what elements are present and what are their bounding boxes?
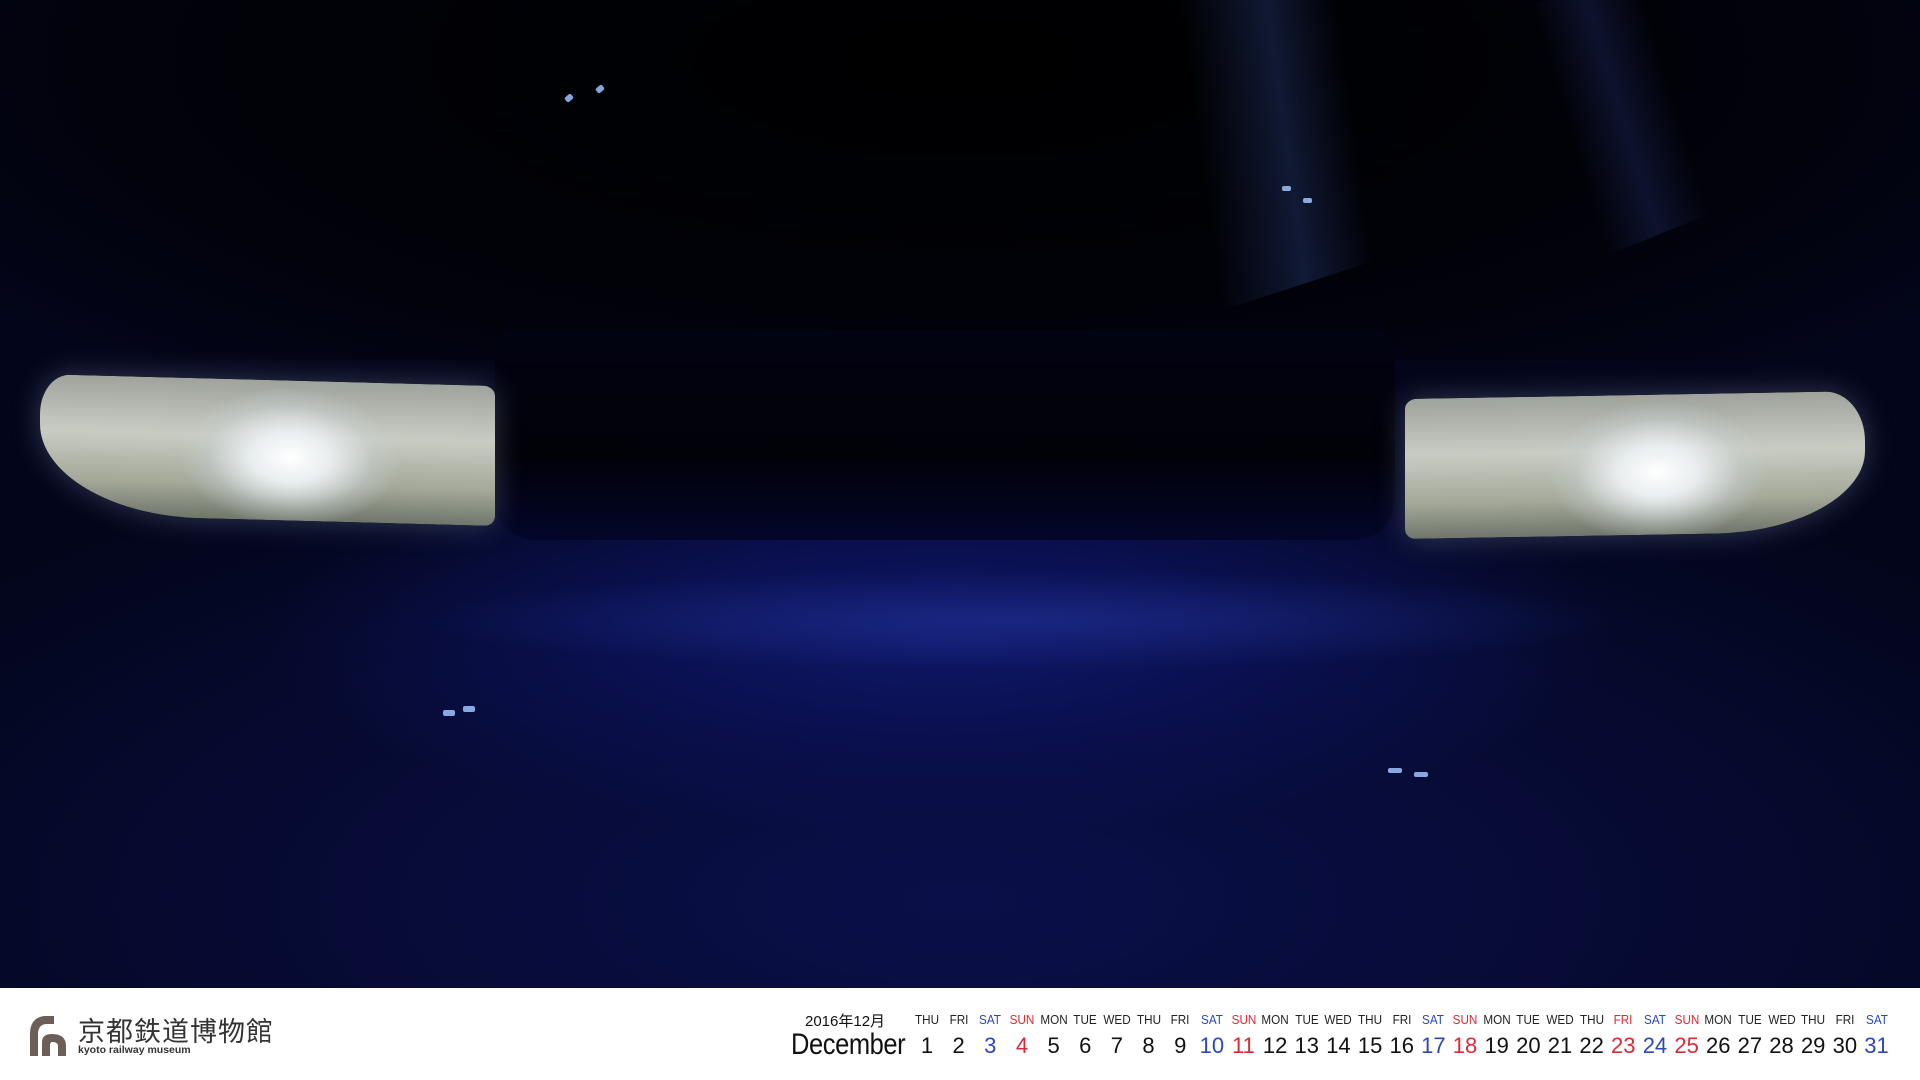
train-headlights-photo (0, 0, 1920, 988)
calendar-day-of-week: SAT (1865, 1012, 1888, 1027)
light-glint (463, 706, 475, 712)
right-headlight (1405, 390, 1865, 540)
logo-name-english: kyoto railway museum (78, 1044, 191, 1056)
calendar-day: SAT 31 (1857, 1012, 1897, 1059)
light-glint (1282, 186, 1291, 191)
light-glint (443, 710, 455, 716)
body-sheen (420, 560, 1620, 680)
light-glint (1388, 768, 1402, 773)
headlight-bar (495, 330, 1395, 540)
museum-logo: 京都鉄道博物館 kyoto railway museum (26, 1010, 273, 1062)
calendar-days: THU 1 FRI 2 SAT 3 SUN 4 MON 5 TUE 6 WED 7 THU 8 FRI 9 SAT 1… (910, 1012, 1910, 1072)
left-headlight (40, 374, 495, 526)
calendar-date-number: 31 (1864, 1033, 1889, 1058)
light-glint (1303, 198, 1312, 203)
museum-logo-icon (30, 1016, 66, 1056)
light-glint (1414, 772, 1428, 777)
calendar-month-name: December (791, 1028, 906, 1061)
